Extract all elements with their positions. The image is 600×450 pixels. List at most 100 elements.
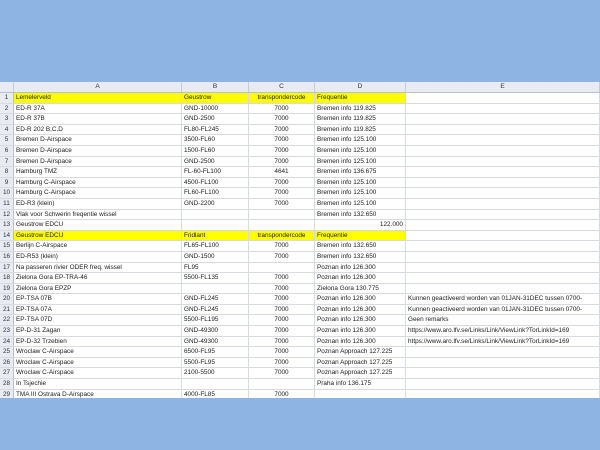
- column-header-a[interactable]: A: [14, 82, 182, 92]
- cell-c[interactable]: 7000: [249, 156, 315, 167]
- select-all-corner[interactable]: [0, 82, 14, 92]
- cell-d[interactable]: Bremen info 125.100: [315, 145, 406, 156]
- cell-c[interactable]: 7000: [249, 241, 315, 251]
- cell-a[interactable]: In Tsjechie: [14, 379, 182, 389]
- row-number[interactable]: 13: [0, 220, 14, 230]
- cell-a[interactable]: Geustrow EDCU: [14, 220, 182, 230]
- cell-d[interactable]: Poznan Approach 127.225: [315, 347, 406, 357]
- cell-c[interactable]: [249, 262, 315, 273]
- row-number[interactable]: 3: [0, 114, 14, 124]
- cell-d[interactable]: Poznan Approach 127.225: [315, 368, 406, 379]
- cell-a[interactable]: TMA III Ostrava D-Airspace: [14, 389, 182, 398]
- cell-a[interactable]: Wroclaw C-Airspace: [14, 368, 182, 379]
- cell-d[interactable]: Bremen info 119.825: [315, 103, 406, 114]
- cell-a[interactable]: EP-TSA 07D: [14, 315, 182, 326]
- cell-b[interactable]: FL60-FL100: [182, 188, 249, 198]
- row-number[interactable]: 11: [0, 198, 14, 209]
- row-number[interactable]: 25: [0, 347, 14, 357]
- cell-e[interactable]: [406, 177, 600, 188]
- cell-d[interactable]: Poznan info 126.300: [315, 294, 406, 304]
- row-number[interactable]: 27: [0, 368, 14, 379]
- cell-d[interactable]: Praha info 136.175: [315, 379, 406, 389]
- cell-b[interactable]: GND-FL245: [182, 294, 249, 304]
- cell-a[interactable]: Lemelerveld: [14, 93, 182, 103]
- cell-c[interactable]: transpondercode: [249, 230, 315, 241]
- cell-a[interactable]: Bremen D-Airspace: [14, 145, 182, 156]
- cell-a[interactable]: Hamburg C-Airspace: [14, 188, 182, 198]
- cell-c[interactable]: 7000: [249, 347, 315, 357]
- row-number[interactable]: 17: [0, 262, 14, 273]
- row-number[interactable]: 4: [0, 124, 14, 135]
- cell-c[interactable]: 7000: [249, 198, 315, 209]
- cell-e[interactable]: [406, 347, 600, 357]
- cell-b[interactable]: 2100-5500: [182, 368, 249, 379]
- cell-c[interactable]: 7000: [249, 145, 315, 156]
- cell-e[interactable]: [406, 103, 600, 114]
- cell-d[interactable]: Bremen info 125.100: [315, 156, 406, 167]
- cell-c[interactable]: 7000: [249, 283, 315, 294]
- cell-b[interactable]: [182, 220, 249, 230]
- cell-b[interactable]: 5500-FL135: [182, 273, 249, 283]
- cell-e[interactable]: [406, 283, 600, 294]
- column-header-b[interactable]: B: [182, 82, 249, 92]
- cell-b[interactable]: FL80-FL245: [182, 124, 249, 135]
- cell-d[interactable]: [315, 389, 406, 398]
- cell-d[interactable]: Frequentie: [315, 230, 406, 241]
- cell-d[interactable]: Bremen info 119.825: [315, 124, 406, 135]
- cell-b[interactable]: 4000-FL85: [182, 389, 249, 398]
- cell-c[interactable]: 7000: [249, 103, 315, 114]
- cell-b[interactable]: GND-49300: [182, 336, 249, 347]
- row-number[interactable]: 9: [0, 177, 14, 188]
- row-number[interactable]: 24: [0, 336, 14, 347]
- cell-c[interactable]: transpondercode: [249, 93, 315, 103]
- cell-d[interactable]: Bremen info 136.675: [315, 167, 406, 177]
- row-number[interactable]: 22: [0, 315, 14, 326]
- cell-a[interactable]: ED-R3 (klein): [14, 198, 182, 209]
- cell-d[interactable]: Poznan info 126.300: [315, 304, 406, 315]
- cell-e[interactable]: https://www.aro.lfv.se/Links/Link/ViewLi…: [406, 336, 600, 347]
- cell-e[interactable]: [406, 188, 600, 198]
- cell-d[interactable]: Bremen info 132.650: [315, 241, 406, 251]
- cell-c[interactable]: 7000: [249, 304, 315, 315]
- cell-e[interactable]: [406, 124, 600, 135]
- row-number[interactable]: 23: [0, 326, 14, 336]
- cell-c[interactable]: 7000: [249, 273, 315, 283]
- cell-c[interactable]: 7000: [249, 188, 315, 198]
- cell-d[interactable]: Bremen info 132.650: [315, 209, 406, 220]
- row-number[interactable]: 21: [0, 304, 14, 315]
- cell-a[interactable]: EP-D-32 Trzebien: [14, 336, 182, 347]
- cell-b[interactable]: FL95: [182, 262, 249, 273]
- row-number[interactable]: 20: [0, 294, 14, 304]
- cell-e[interactable]: [406, 389, 600, 398]
- row-number[interactable]: 15: [0, 241, 14, 251]
- cell-d[interactable]: Poznan info 126.300: [315, 326, 406, 336]
- cell-a[interactable]: Geustrow EDCU: [14, 230, 182, 241]
- cell-b[interactable]: GND-10000: [182, 103, 249, 114]
- cell-e[interactable]: [406, 379, 600, 389]
- cell-c[interactable]: 4641: [249, 167, 315, 177]
- cell-c[interactable]: 7000: [249, 114, 315, 124]
- cell-d[interactable]: Bremen info 125.100: [315, 188, 406, 198]
- row-number[interactable]: 18: [0, 273, 14, 283]
- cell-d[interactable]: Frequentie: [315, 93, 406, 103]
- cell-b[interactable]: FL65-FL100: [182, 241, 249, 251]
- cell-a[interactable]: Bremen D-Airspace: [14, 156, 182, 167]
- cell-b[interactable]: Geustrow: [182, 93, 249, 103]
- row-number[interactable]: 28: [0, 379, 14, 389]
- cell-c[interactable]: 7000: [249, 368, 315, 379]
- cell-e[interactable]: [406, 156, 600, 167]
- row-number[interactable]: 7: [0, 156, 14, 167]
- cell-b[interactable]: 5500-FL195: [182, 315, 249, 326]
- cell-a[interactable]: Hamburg C-Airspace: [14, 177, 182, 188]
- cell-c[interactable]: 7000: [249, 389, 315, 398]
- cell-b[interactable]: GND-2500: [182, 156, 249, 167]
- cell-e[interactable]: Geen remarks: [406, 315, 600, 326]
- cell-b[interactable]: 3500-FL60: [182, 135, 249, 145]
- cell-e[interactable]: [406, 368, 600, 379]
- cell-b[interactable]: [182, 283, 249, 294]
- cell-d[interactable]: 122.000: [315, 220, 406, 230]
- cell-a[interactable]: Zielona Gora EPZP: [14, 283, 182, 294]
- cell-a[interactable]: Wroclaw C-Airspace: [14, 347, 182, 357]
- row-number[interactable]: 29: [0, 389, 14, 398]
- cell-a[interactable]: EP-TSA 07A: [14, 304, 182, 315]
